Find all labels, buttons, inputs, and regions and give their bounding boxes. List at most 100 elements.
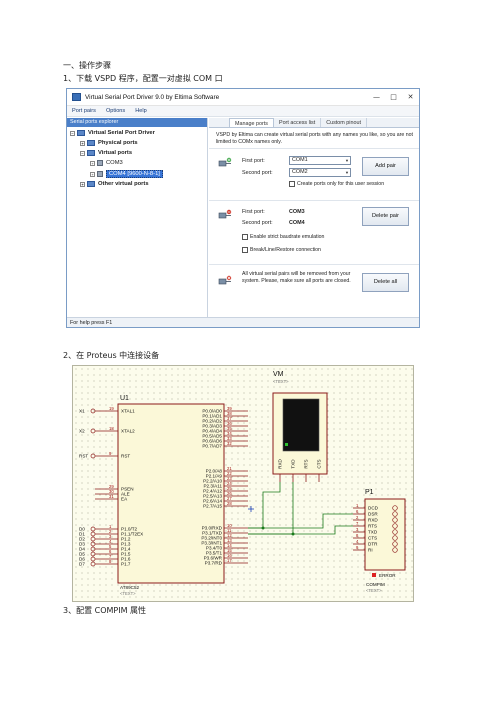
delete-all-note: All virtual serial pairs will be removed…	[242, 271, 351, 284]
collapse-icon[interactable]: −	[80, 150, 85, 156]
mcu-ref: U1	[120, 395, 129, 402]
mcu-pin-number: 19	[109, 406, 114, 411]
tab-port-access-list[interactable]: Port access list	[274, 118, 322, 127]
step-3-heading: 3、配置 COMPIM 属性	[63, 606, 147, 615]
schematic-canvas: U1 AT89C52 <TEXT> 19 XTAL1X118 XTAL2X29 RST…	[79, 371, 406, 596]
mcu-pin-name: RST	[121, 454, 130, 459]
mcu-pin-number: 9	[109, 451, 112, 456]
pin-terminal-icon	[90, 561, 96, 567]
add-pair-section: First port: COM1 ▼ Second port: COM2 ▼ C…	[209, 148, 419, 200]
vm-pin-name: RXD	[278, 458, 283, 468]
serial-ports-explorer: Serial ports explorer − Virtual Serial P…	[67, 118, 208, 317]
expand-icon[interactable]: +	[90, 171, 95, 177]
pin-terminal-icon	[90, 546, 96, 552]
second-port-label: Second port:	[242, 170, 273, 176]
delete-all-button[interactable]: Delete all	[362, 273, 409, 292]
tree-port-com4[interactable]: + COM4 [9600-N-8-1]	[90, 170, 163, 178]
break-line-label: Break/Line/Restore connection	[250, 247, 321, 253]
delete-first-port-value: COM3	[289, 209, 305, 215]
tree-physical-ports[interactable]: + Physical ports	[80, 140, 138, 146]
tab-manage-ports[interactable]: Manage ports	[229, 118, 274, 127]
mcu-pin-name: XTAL2	[121, 429, 135, 434]
pin-terminal-icon	[90, 536, 96, 542]
break-line-row[interactable]: Break/Line/Restore connection	[242, 247, 321, 253]
expand-icon[interactable]: +	[80, 140, 85, 146]
compim-pin-number: 9	[356, 545, 359, 550]
strict-baudrate-row[interactable]: Enable strict baudrate emulation	[242, 234, 324, 240]
step-1-heading: 1、下载 VSPD 程序，配置一对虚拟 COM 口	[63, 74, 223, 83]
close-button[interactable]: ✕	[402, 93, 419, 101]
proteus-schematic: U1 AT89C52 <TEXT> 19 XTAL1 X1 18 XTAL2 X2 9 RST…	[72, 365, 414, 602]
mcu-text-placeholder: <TEXT>	[120, 591, 136, 596]
junction-dot	[291, 532, 295, 536]
menu-help[interactable]: Help	[130, 108, 152, 114]
user-session-label: Create ports only for this user session	[297, 181, 385, 187]
vm-text-placeholder: <TEXT>	[273, 379, 289, 384]
compim-pin-number: 7	[356, 521, 359, 526]
second-port-value: COM2	[292, 169, 308, 175]
error-led	[372, 573, 376, 577]
pin-terminal-icon	[90, 453, 96, 459]
pin-terminal-icon	[90, 428, 96, 434]
net-label: D7	[79, 562, 85, 567]
strict-baudrate-label: Enable strict baudrate emulation	[250, 234, 325, 240]
menu-options[interactable]: Options	[101, 108, 130, 114]
delete-pair-button[interactable]: Delete pair	[362, 207, 409, 226]
chevron-down-icon: ▼	[345, 158, 349, 163]
break-line-checkbox[interactable]	[242, 247, 248, 253]
manage-ports-panel: Manage ports Port access list Custom pin…	[209, 118, 419, 317]
mcu-pin-name: P2.7/A15	[203, 504, 222, 509]
compim-pin-name: RI	[368, 548, 373, 553]
chevron-down-icon: ▼	[345, 170, 349, 175]
collapse-icon[interactable]: −	[70, 130, 75, 136]
minimize-button[interactable]: —	[368, 93, 385, 101]
vm-pin-name: CTS	[317, 459, 322, 468]
delete-first-port-label: First port:	[242, 209, 265, 215]
maximize-button[interactable]: □	[385, 93, 402, 101]
tree-virtual-ports[interactable]: − Virtual ports	[80, 150, 132, 156]
tree-port-com3[interactable]: + COM3	[90, 160, 123, 166]
tree-other-label: Other virtual ports	[98, 181, 149, 187]
folder-icon	[87, 150, 95, 156]
second-port-select[interactable]: COM2 ▼	[289, 168, 351, 177]
expand-icon[interactable]: +	[80, 181, 85, 187]
folder-icon	[87, 181, 95, 187]
user-session-checkbox[interactable]	[289, 181, 295, 187]
pin-terminal-icon	[90, 408, 96, 414]
folder-icon	[87, 140, 95, 146]
compim-pin-number: 4	[356, 539, 359, 544]
add-pair-button[interactable]: Add pair	[362, 157, 409, 176]
user-session-checkbox-row[interactable]: Create ports only for this user session	[289, 181, 384, 187]
compim-pin-name: RXD	[368, 518, 378, 523]
compim-error: ERROR	[379, 573, 396, 578]
vm-ref: VM	[273, 371, 284, 378]
mcu-right-pins: 39P0.0/AD0 38P0.1/AD1 37P0.2/AD2 36P0.3/AD3…	[201, 406, 248, 566]
plug-remove-icon	[218, 209, 232, 219]
mcu-pin-name: P3.7/RD	[205, 561, 223, 566]
serial-port-icon	[97, 171, 103, 177]
tree-com4-label: COM4 [9600-N-8-1]	[106, 170, 163, 178]
vm-cursor	[285, 443, 288, 446]
net-label: X2	[79, 429, 85, 434]
first-port-select[interactable]: COM1 ▼	[289, 156, 351, 165]
wire-txd-to-vm	[248, 482, 294, 535]
compim-pin-name: DTR	[368, 542, 378, 547]
tree-virtual-label: Virtual ports	[98, 150, 133, 156]
pin-terminal-icon	[90, 531, 96, 537]
compim-pin-number: 8	[356, 533, 359, 538]
vm-pin-name: TXD	[291, 459, 296, 469]
menu-port-pairs[interactable]: Port pairs	[67, 108, 101, 114]
delete-second-port-value: COM4	[289, 220, 305, 226]
vspd-window: Virtual Serial Port Driver 9.0 by Eltima…	[66, 88, 420, 328]
tab-custom-pinout[interactable]: Custom pinout	[321, 118, 367, 127]
tree-other-ports[interactable]: + Other virtual ports	[80, 181, 149, 187]
mcu-pin-name: XTAL1	[121, 409, 135, 414]
tree-root[interactable]: − Virtual Serial Port Driver	[70, 130, 155, 136]
expand-icon[interactable]: +	[90, 160, 95, 166]
tree-root-label: Virtual Serial Port Driver	[88, 130, 155, 136]
computer-icon	[77, 130, 85, 136]
mcu-pin-number: 18	[109, 426, 114, 431]
strict-baudrate-checkbox[interactable]	[242, 234, 248, 240]
description-text: VSPD by Eltima can create virtual serial…	[216, 132, 413, 145]
step-2-heading: 2、在 Proteus 中连接设备	[63, 351, 160, 360]
